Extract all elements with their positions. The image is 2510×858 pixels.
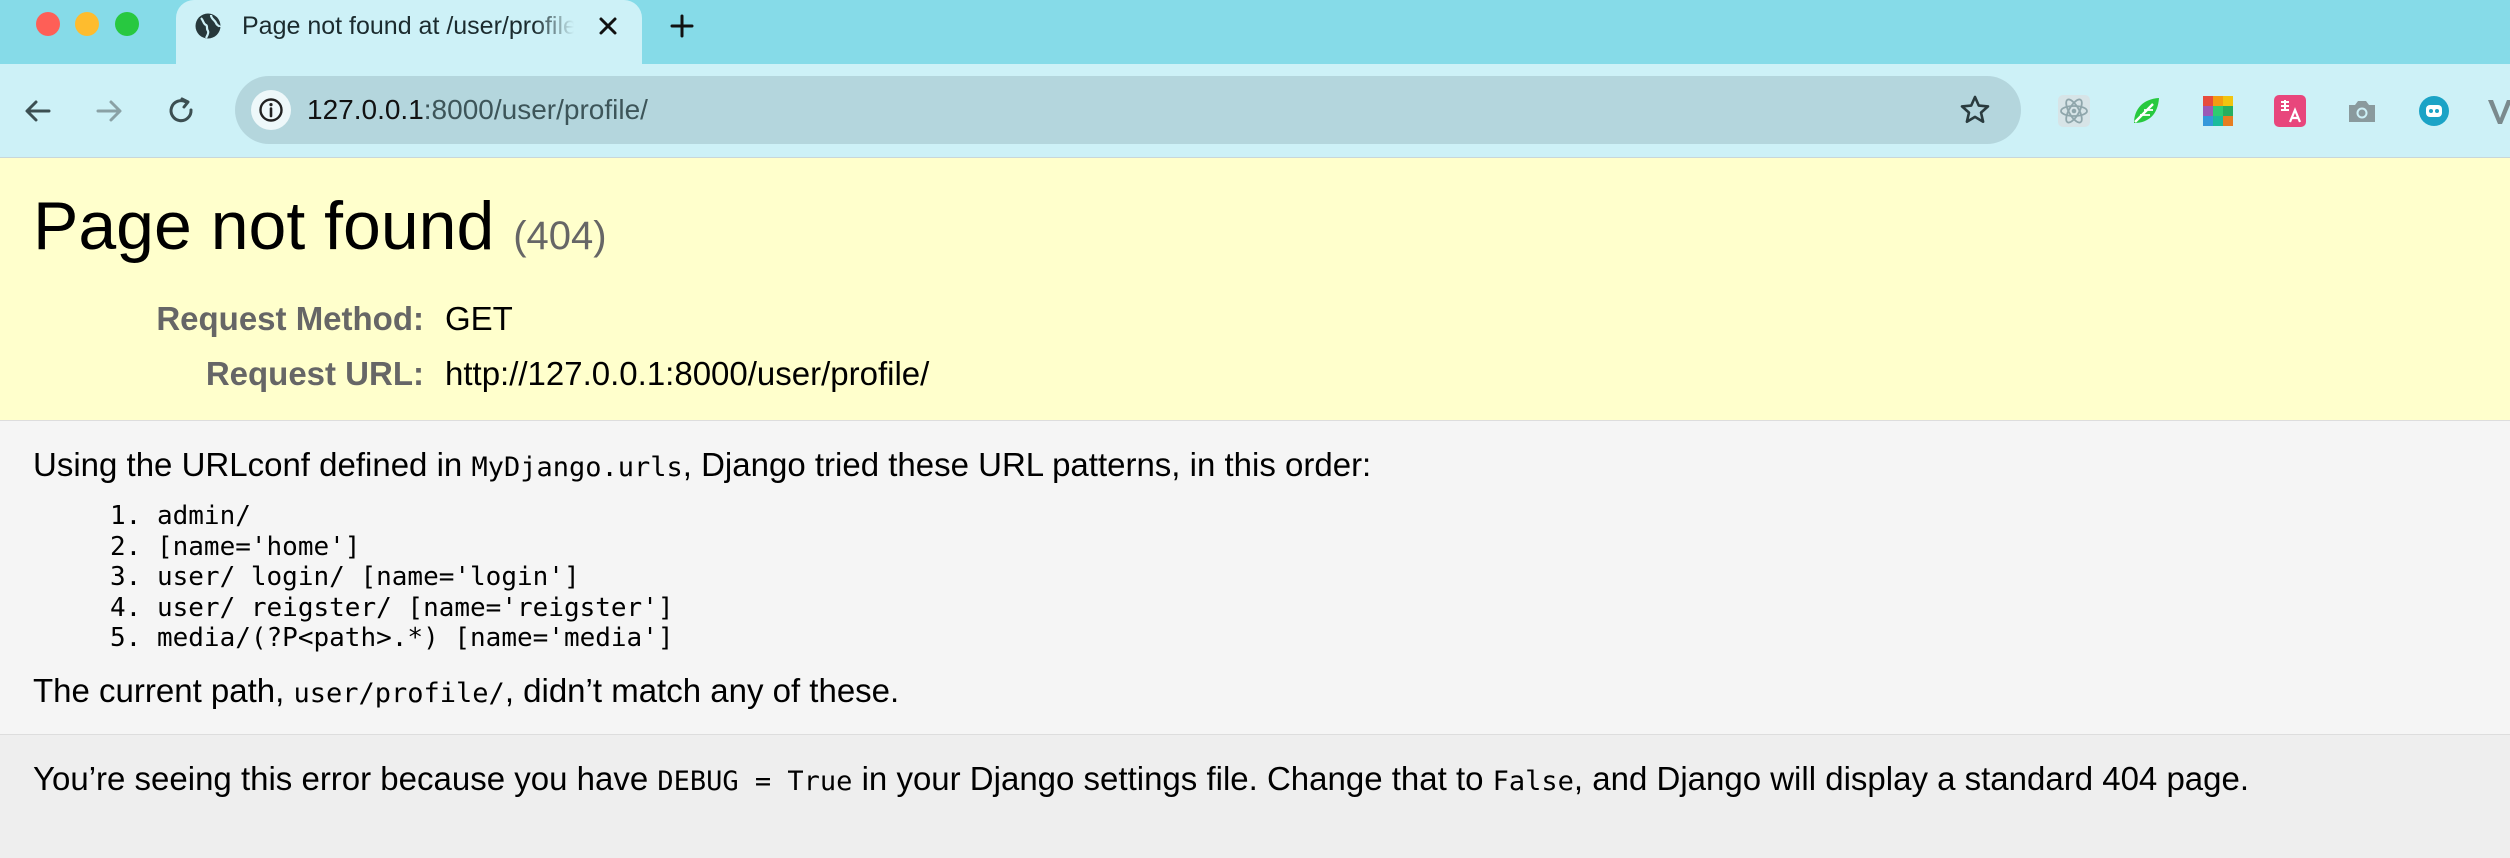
urlconf-info: Using the URLconf defined in MyDjango.ur… — [0, 421, 2510, 735]
request-url-row: Request URL: http://127.0.0.1:8000/user/… — [0, 352, 1400, 396]
debug-message: You’re seeing this error because you hav… — [33, 760, 2250, 797]
url-pattern-item: 1. admin/ — [110, 501, 251, 531]
request-url-value: http://127.0.0.1:8000/user/profile/ — [445, 355, 930, 392]
url-pattern-item: 4. user/ reigster/ [name='reigster'] — [110, 592, 674, 623]
new-tab-icon[interactable] — [662, 6, 702, 46]
debug-explanation: You’re seeing this error because you hav… — [0, 735, 2510, 858]
request-method-row: Request Method: GET — [0, 297, 1400, 341]
error-summary: Page not found (404) Request Method: GET… — [0, 157, 2510, 421]
v-extension-icon[interactable] — [2484, 93, 2510, 129]
bookmark-star-icon[interactable] — [1957, 92, 1993, 128]
globe-icon — [194, 12, 222, 40]
color-picker-icon[interactable] — [2200, 93, 2236, 129]
current-path-message: The current path, user/profile/, didn’t … — [33, 672, 900, 709]
address-bar[interactable]: 127.0.0.1:8000/user/profile/ — [235, 76, 2021, 144]
close-tab-icon[interactable] — [590, 8, 626, 44]
page-title: Page not found (404) — [33, 188, 607, 264]
request-method-label: Request Method: — [156, 300, 424, 337]
leaf-extension-icon[interactable] — [2128, 93, 2164, 129]
browser-tab-bar: Page not found at /user/profile/ — [0, 0, 2510, 64]
current-path: user/profile/ — [293, 678, 505, 709]
debug-setting: DEBUG = True — [657, 766, 853, 797]
translate-icon[interactable] — [2272, 93, 2308, 129]
minimize-window-button[interactable] — [75, 12, 99, 36]
react-devtools-icon[interactable] — [2056, 93, 2092, 129]
debug-false-value: False — [1492, 766, 1574, 797]
back-arrow-icon[interactable] — [15, 88, 61, 134]
url-pattern-item: 2. [name='home'] — [110, 531, 361, 562]
forward-arrow-icon[interactable] — [86, 88, 132, 134]
site-info-icon[interactable] — [251, 90, 291, 130]
url-text[interactable]: 127.0.0.1:8000/user/profile/ — [307, 92, 648, 128]
request-url-label: Request URL: — [205, 355, 424, 392]
camera-icon[interactable] — [2344, 93, 2380, 129]
url-pattern-item: 5. media/(?P<path>.*) [name='media'] — [110, 623, 674, 653]
url-pattern-list: 1. admin/ 2. [name='home'] 3. user/ logi… — [110, 501, 674, 654]
urlconf-module: MyDjango.urls — [471, 452, 683, 483]
close-window-button[interactable] — [36, 12, 60, 36]
zoom-window-button[interactable] — [115, 12, 139, 36]
tab-title: Page not found at /user/profile/ — [242, 12, 574, 40]
reload-icon[interactable] — [158, 88, 204, 134]
browser-tab-active[interactable]: Page not found at /user/profile/ — [176, 0, 642, 64]
browser-toolbar: 127.0.0.1:8000/user/profile/ — [0, 64, 2510, 157]
request-method-value: GET — [445, 300, 513, 337]
status-code: (404) — [513, 214, 607, 258]
url-pattern-item: 3. user/ login/ [name='login'] — [110, 562, 580, 592]
urlconf-intro: Using the URLconf defined in MyDjango.ur… — [33, 446, 1372, 483]
robot-icon[interactable] — [2416, 93, 2452, 129]
